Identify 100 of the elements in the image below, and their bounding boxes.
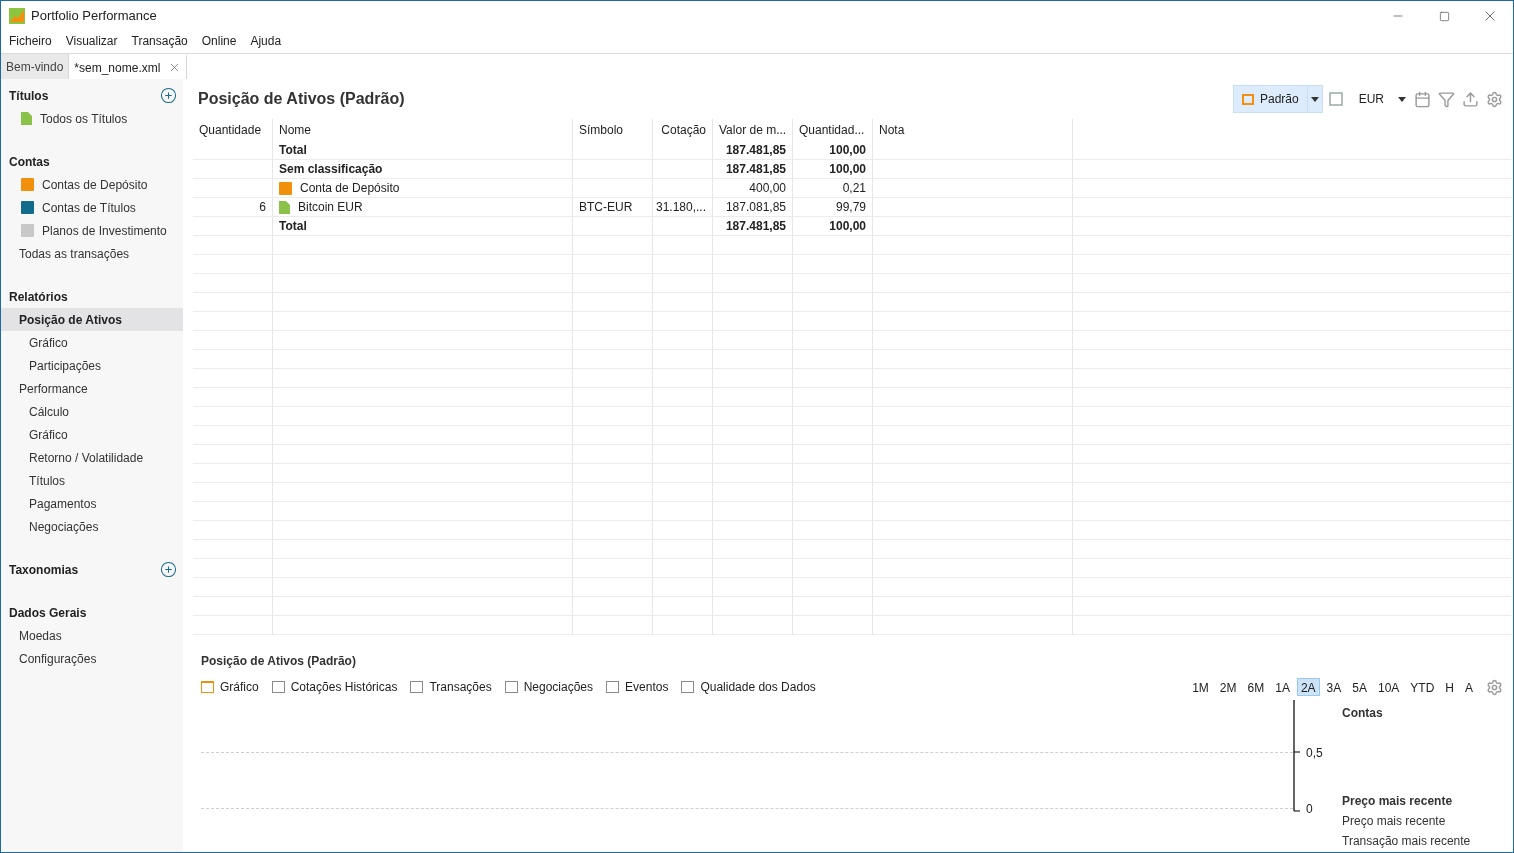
tab[interactable]: *sem_nome.xml <box>69 54 188 79</box>
plan-icon <box>21 224 34 237</box>
window-title: Portfolio Performance <box>31 7 157 26</box>
menu-item[interactable]: Visualizar <box>65 32 118 50</box>
period-button[interactable]: 1A <box>1271 678 1294 696</box>
document-icon <box>21 112 32 125</box>
sidebar-item[interactable]: Todas as transações <box>1 242 183 265</box>
add-icon[interactable] <box>160 561 177 578</box>
document-icon <box>279 200 290 214</box>
period-button[interactable]: 3A <box>1322 678 1346 696</box>
pane-toggle[interactable]: Cotações Históricas <box>271 678 398 696</box>
table-cell-text: 100,00 <box>829 161 866 178</box>
pane-toggle[interactable]: Negociações <box>504 678 594 696</box>
window-icon[interactable] <box>1328 92 1343 106</box>
period-button[interactable]: YTD <box>1406 678 1439 696</box>
table-cell-text: Conta de Depósito <box>300 180 400 197</box>
period-button[interactable]: 10A <box>1373 678 1404 696</box>
period-button[interactable]: 2A <box>1296 678 1320 696</box>
table-cell-text: 100,00 <box>829 142 866 159</box>
sidebar-item[interactable]: Contas de Depósito <box>1 173 183 196</box>
sidebar-item[interactable]: Configurações <box>1 647 183 670</box>
sidebar-item[interactable]: Gráfico <box>1 423 183 446</box>
table-cell-text: 99,79 <box>835 199 866 216</box>
period-button[interactable]: 5A <box>1348 678 1371 696</box>
period-button[interactable]: H <box>1441 678 1458 696</box>
table-cell-text: BTC-EUR <box>579 199 633 216</box>
table-cell-text: 31.180,... <box>655 199 706 216</box>
tab[interactable]: Bem-vindo <box>1 54 70 79</box>
settings-icon[interactable] <box>1486 678 1503 696</box>
view-button[interactable]: Padrão <box>1232 85 1308 113</box>
column-header[interactable]: Quantidad... <box>799 121 865 139</box>
currency-selector[interactable]: EUR <box>1358 90 1384 108</box>
pane-toggle[interactable]: Transações <box>410 678 492 696</box>
table-cell-text: 187.081,85 <box>725 199 786 216</box>
column-header[interactable]: Valor de m... <box>719 121 787 139</box>
settings-icon[interactable] <box>1486 90 1503 108</box>
table-cell-text: 187.481,85 <box>725 142 786 159</box>
period-button[interactable]: 6M <box>1243 678 1269 696</box>
sidebar-item[interactable]: Posição de Ativos <box>1 308 183 331</box>
period-button[interactable]: A <box>1461 678 1477 696</box>
table-cell-text: 400,00 <box>749 180 786 197</box>
table-cell-text: 187.481,85 <box>725 218 786 235</box>
pane-toggle[interactable]: Gráfico <box>201 678 259 696</box>
add-icon[interactable] <box>160 87 177 104</box>
table-cell-text: 0,21 <box>842 180 866 197</box>
column-header[interactable]: Nota <box>879 121 905 139</box>
column-header[interactable]: Quantidade <box>199 121 262 139</box>
account-icon <box>21 178 34 191</box>
view-title: Posição de Ativos (Padrão) <box>198 89 405 109</box>
menu-item[interactable]: Transação <box>131 32 188 50</box>
caret-icon[interactable] <box>1398 96 1406 102</box>
panel-title: Posição de Ativos (Padrão) <box>201 653 357 670</box>
account-icon <box>279 181 292 195</box>
sidebar-item[interactable]: Títulos <box>1 469 183 492</box>
sidebar-item[interactable]: Planos de Investimento <box>1 219 183 242</box>
sidebar-item[interactable]: Gráfico <box>1 331 183 354</box>
column-header[interactable]: Nome <box>279 121 311 139</box>
export-icon[interactable] <box>1462 90 1479 108</box>
table-cell-text: Bitcoin EUR <box>298 199 363 216</box>
sidebar-item[interactable]: Cálculo <box>1 400 183 423</box>
legend-item: Preço mais recente <box>1342 793 1454 810</box>
axis-label: 0 <box>1306 801 1313 818</box>
table-cell-text: 100,00 <box>829 218 866 235</box>
period-button[interactable]: 1M <box>1188 678 1213 696</box>
column-header[interactable]: Cotação <box>661 121 706 139</box>
table-cell-text: Total <box>279 218 307 235</box>
sidebar-item[interactable]: Negociações <box>1 515 183 538</box>
section-title: Relatórios <box>9 288 68 306</box>
table-cell-text: 187.481,85 <box>725 161 786 178</box>
filter-icon[interactable] <box>1438 90 1455 108</box>
column-header[interactable]: Símbolo <box>579 121 624 139</box>
menu-item[interactable]: Online <box>201 32 237 50</box>
table-cell-text: Sem classificação <box>279 161 383 178</box>
account-icon <box>21 201 34 214</box>
sidebar-item[interactable]: Retorno / Volatilidade <box>1 446 183 469</box>
table-cell-text: Total <box>279 142 307 159</box>
pane-toggle[interactable]: Eventos <box>606 678 669 696</box>
caret-icon <box>1310 96 1319 102</box>
pane-toggle[interactable]: Qualidade dos Dados <box>681 678 816 696</box>
legend-item: Contas <box>1342 705 1384 722</box>
menu-item[interactable]: Ajuda <box>250 32 282 50</box>
table-cell-text: 6 <box>259 199 266 216</box>
section-title: Dados Gerais <box>9 604 87 622</box>
section-title: Taxonomias <box>9 561 79 579</box>
app-logo-icon <box>9 8 25 24</box>
section-title: Contas <box>9 153 50 171</box>
period-button[interactable]: 2M <box>1215 678 1241 696</box>
sidebar-item[interactable]: Contas de Títulos <box>1 196 183 219</box>
calendar-icon[interactable] <box>1414 90 1431 108</box>
section-title: Títulos <box>9 87 49 105</box>
axis-label: 0,5 <box>1306 745 1323 762</box>
sidebar-item[interactable]: Participações <box>1 354 183 377</box>
legend-item: Transação mais recente <box>1342 833 1472 850</box>
legend-item: Preço mais recente <box>1342 813 1447 830</box>
menu-item[interactable]: Ficheiro <box>9 32 52 50</box>
maximize-icon <box>1438 10 1450 22</box>
sidebar-item[interactable]: Performance <box>1 377 183 400</box>
sidebar-item[interactable]: Moedas <box>1 624 183 647</box>
sidebar-item[interactable]: Todos os Títulos <box>1 107 183 130</box>
sidebar-item[interactable]: Pagamentos <box>1 492 183 515</box>
